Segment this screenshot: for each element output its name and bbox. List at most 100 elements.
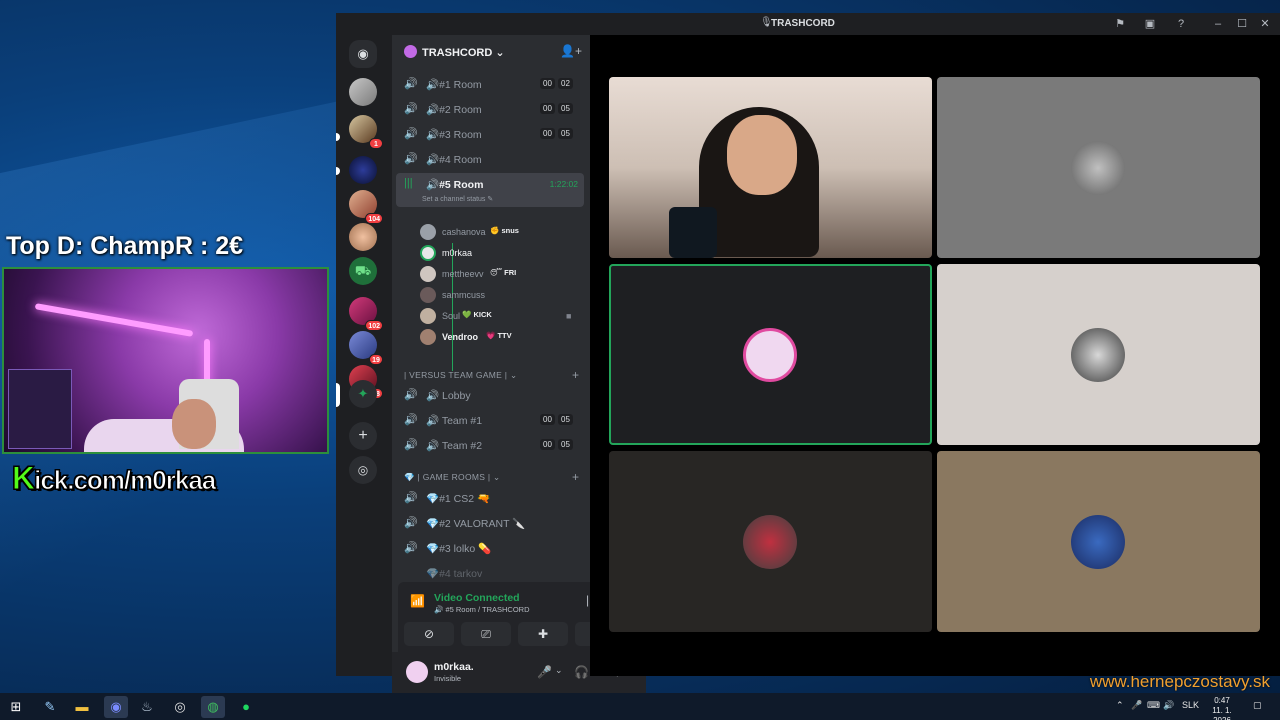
- member-name: Soul: [442, 311, 461, 321]
- channel-name: 💎#2 VALORANT 🔪: [426, 518, 526, 530]
- voice-member[interactable]: cashanova ✊ snus: [420, 222, 580, 242]
- add-user-icon[interactable]: 👤+: [560, 44, 582, 58]
- maximize-icon[interactable]: ☐: [1234, 16, 1250, 32]
- server-badge: 1: [369, 138, 383, 149]
- tray-chevron-icon[interactable]: ⌃: [1116, 700, 1124, 711]
- server-icon[interactable]: 102: [349, 297, 383, 331]
- language-indicator[interactable]: SLK: [1182, 700, 1199, 710]
- member-tag: 💗 TTV: [486, 331, 512, 340]
- voice-channel-3[interactable]: 🔊 🔊#3 Room 00 05: [396, 123, 584, 147]
- category-game-rooms[interactable]: 💎 | GAME ROOMS | ⌄ +: [404, 470, 579, 486]
- notifications-icon[interactable]: ▢: [1253, 700, 1262, 711]
- voice-location[interactable]: 🔊 #5 Room / TRASHCORD: [434, 605, 530, 614]
- microphone-icon[interactable]: 🎤: [537, 665, 552, 679]
- speaker-icon: 🔊: [404, 414, 418, 426]
- add-server-icon[interactable]: +: [349, 422, 377, 450]
- flag-icon[interactable]: ⚑: [1112, 16, 1128, 32]
- title-bar: 🎙 TRASHCORD ⚑ ▣ ? – ☐ ✕: [336, 13, 1280, 35]
- voice-channel-1[interactable]: 🔊 🔊#1 Room 00 02: [396, 73, 584, 97]
- avatar[interactable]: [406, 661, 428, 683]
- user-count: 00: [540, 103, 555, 114]
- add-channel-icon[interactable]: +: [572, 368, 579, 382]
- voice-channel-4[interactable]: 🔊 🔊#4 Room: [396, 148, 584, 172]
- speaker-icon: 🔊: [404, 153, 418, 165]
- video-tile-avatar[interactable]: [937, 77, 1260, 258]
- add-channel-icon[interactable]: +: [572, 470, 579, 484]
- speaker-icon: 🔊: [404, 542, 418, 554]
- participant-avatar: [1071, 328, 1125, 382]
- signal-icon[interactable]: 📶: [410, 594, 425, 608]
- channel-name: 🔊 Lobby: [426, 390, 471, 402]
- minimize-icon[interactable]: –: [1210, 16, 1226, 32]
- video-tile-avatar[interactable]: [609, 451, 932, 632]
- screen-share-button[interactable]: ⎚: [461, 622, 511, 646]
- guild-header[interactable]: TRASHCORD ⌄ 👤+: [392, 35, 590, 71]
- pc-case: [8, 369, 72, 449]
- voice-member[interactable]: mettheevv 😴 FRI: [420, 264, 580, 284]
- steam-icon[interactable]: ♨: [135, 696, 159, 718]
- server-icon[interactable]: [349, 156, 377, 184]
- discord-taskbar-icon[interactable]: ◉: [104, 696, 128, 718]
- voice-channel-valorant[interactable]: 🔊 💎#2 VALORANT 🔪: [396, 512, 584, 536]
- server-icon[interactable]: 1: [349, 115, 383, 149]
- camera-toggle-button[interactable]: ⊘: [404, 622, 454, 646]
- member-name: sammcuss: [442, 290, 486, 300]
- voice-member[interactable]: Vendroo 💗 TTV: [420, 327, 580, 347]
- video-tile-avatar[interactable]: [937, 451, 1260, 632]
- voice-channel-5[interactable]: ||| 🔊#5 Room 1:22:02 Set a channel statu…: [396, 173, 584, 207]
- speaker-icon: 🔊: [404, 103, 418, 115]
- server-badge: 19: [369, 354, 383, 365]
- user-limit: 05: [558, 103, 573, 114]
- spotify-icon[interactable]: ●: [234, 696, 258, 718]
- activities-button[interactable]: ✚: [518, 622, 568, 646]
- channel-name: 🔊 Team #1: [426, 415, 483, 427]
- server-icon[interactable]: 19: [349, 331, 383, 365]
- voice-member[interactable]: m0rkaa: [420, 243, 580, 263]
- taskbar-clock[interactable]: 0:47 11. 1. 2026: [1203, 696, 1241, 720]
- voice-member[interactable]: Soul 💚 KICK ■: [420, 306, 580, 326]
- close-icon[interactable]: ✕: [1257, 16, 1273, 32]
- tray-mic-icon[interactable]: 🎤: [1131, 700, 1142, 711]
- network-icon[interactable]: ⌨: [1147, 700, 1160, 711]
- headphones-icon[interactable]: 🎧: [574, 665, 589, 679]
- obs-icon[interactable]: ◎: [168, 696, 192, 718]
- windows-taskbar: ⊞ ✎ ▬ ◉ ♨ ◎ ◍ ● ⌃ 🎤 ⌨ 🔊 SLK 0:47 11. 1. …: [0, 693, 1280, 720]
- chrome-icon[interactable]: ◍: [201, 696, 225, 718]
- voice-channel-cs2[interactable]: 🔊 💎#1 CS2 🔫: [396, 487, 584, 511]
- category-versus[interactable]: | VERSUS TEAM GAME | ⌄ +: [404, 368, 579, 384]
- member-name: Vendroo: [442, 332, 479, 342]
- speaker-icon: 🔊: [404, 517, 418, 529]
- speaker-icon: 🔊: [404, 492, 418, 504]
- participant-avatar: [743, 515, 797, 569]
- voice-channel-team-1[interactable]: 🔊 🔊 Team #1 00 05: [396, 409, 584, 433]
- discover-icon[interactable]: ◎: [349, 456, 377, 484]
- video-tile-webcam[interactable]: [609, 77, 932, 258]
- server-icon[interactable]: ⛟: [349, 257, 377, 285]
- voice-channel-lobby[interactable]: 🔊 🔊 Lobby: [396, 384, 584, 408]
- discord-home-icon[interactable]: ◉: [349, 40, 377, 68]
- member-tag: 😴 FRI: [490, 268, 517, 277]
- video-tile-speaking[interactable]: [609, 264, 932, 445]
- server-selected-pill: [336, 383, 340, 407]
- server-icon[interactable]: ✦: [349, 380, 377, 408]
- voice-channel-lolko[interactable]: 🔊 💎#3 lolko 💊: [396, 537, 584, 561]
- voice-channel-2[interactable]: 🔊 🔊#2 Room 00 05: [396, 98, 584, 122]
- server-icon[interactable]: [349, 78, 377, 106]
- chevron-down-icon[interactable]: ⌄: [555, 665, 563, 676]
- speaker-icon: 🔊: [404, 128, 418, 140]
- channel-name: 🔊#4 Room: [426, 154, 482, 166]
- channel-status[interactable]: Set a channel status ✎: [422, 195, 493, 203]
- member-name: cashanova: [442, 227, 486, 237]
- volume-icon[interactable]: 🔊: [1163, 700, 1174, 711]
- help-icon[interactable]: ?: [1173, 16, 1189, 32]
- server-icon[interactable]: 104: [349, 190, 383, 224]
- start-icon[interactable]: ⊞: [4, 696, 28, 718]
- file-explorer-icon[interactable]: ▬: [70, 696, 94, 718]
- video-tile-avatar[interactable]: [937, 264, 1260, 445]
- voice-channel-team-2[interactable]: 🔊 🔊 Team #2 00 05: [396, 434, 584, 458]
- inbox-icon[interactable]: ▣: [1142, 16, 1158, 32]
- app-icon[interactable]: ✎: [38, 696, 62, 718]
- server-icon[interactable]: [349, 223, 377, 251]
- user-count: 00: [540, 439, 555, 450]
- voice-member[interactable]: sammcuss: [420, 285, 580, 305]
